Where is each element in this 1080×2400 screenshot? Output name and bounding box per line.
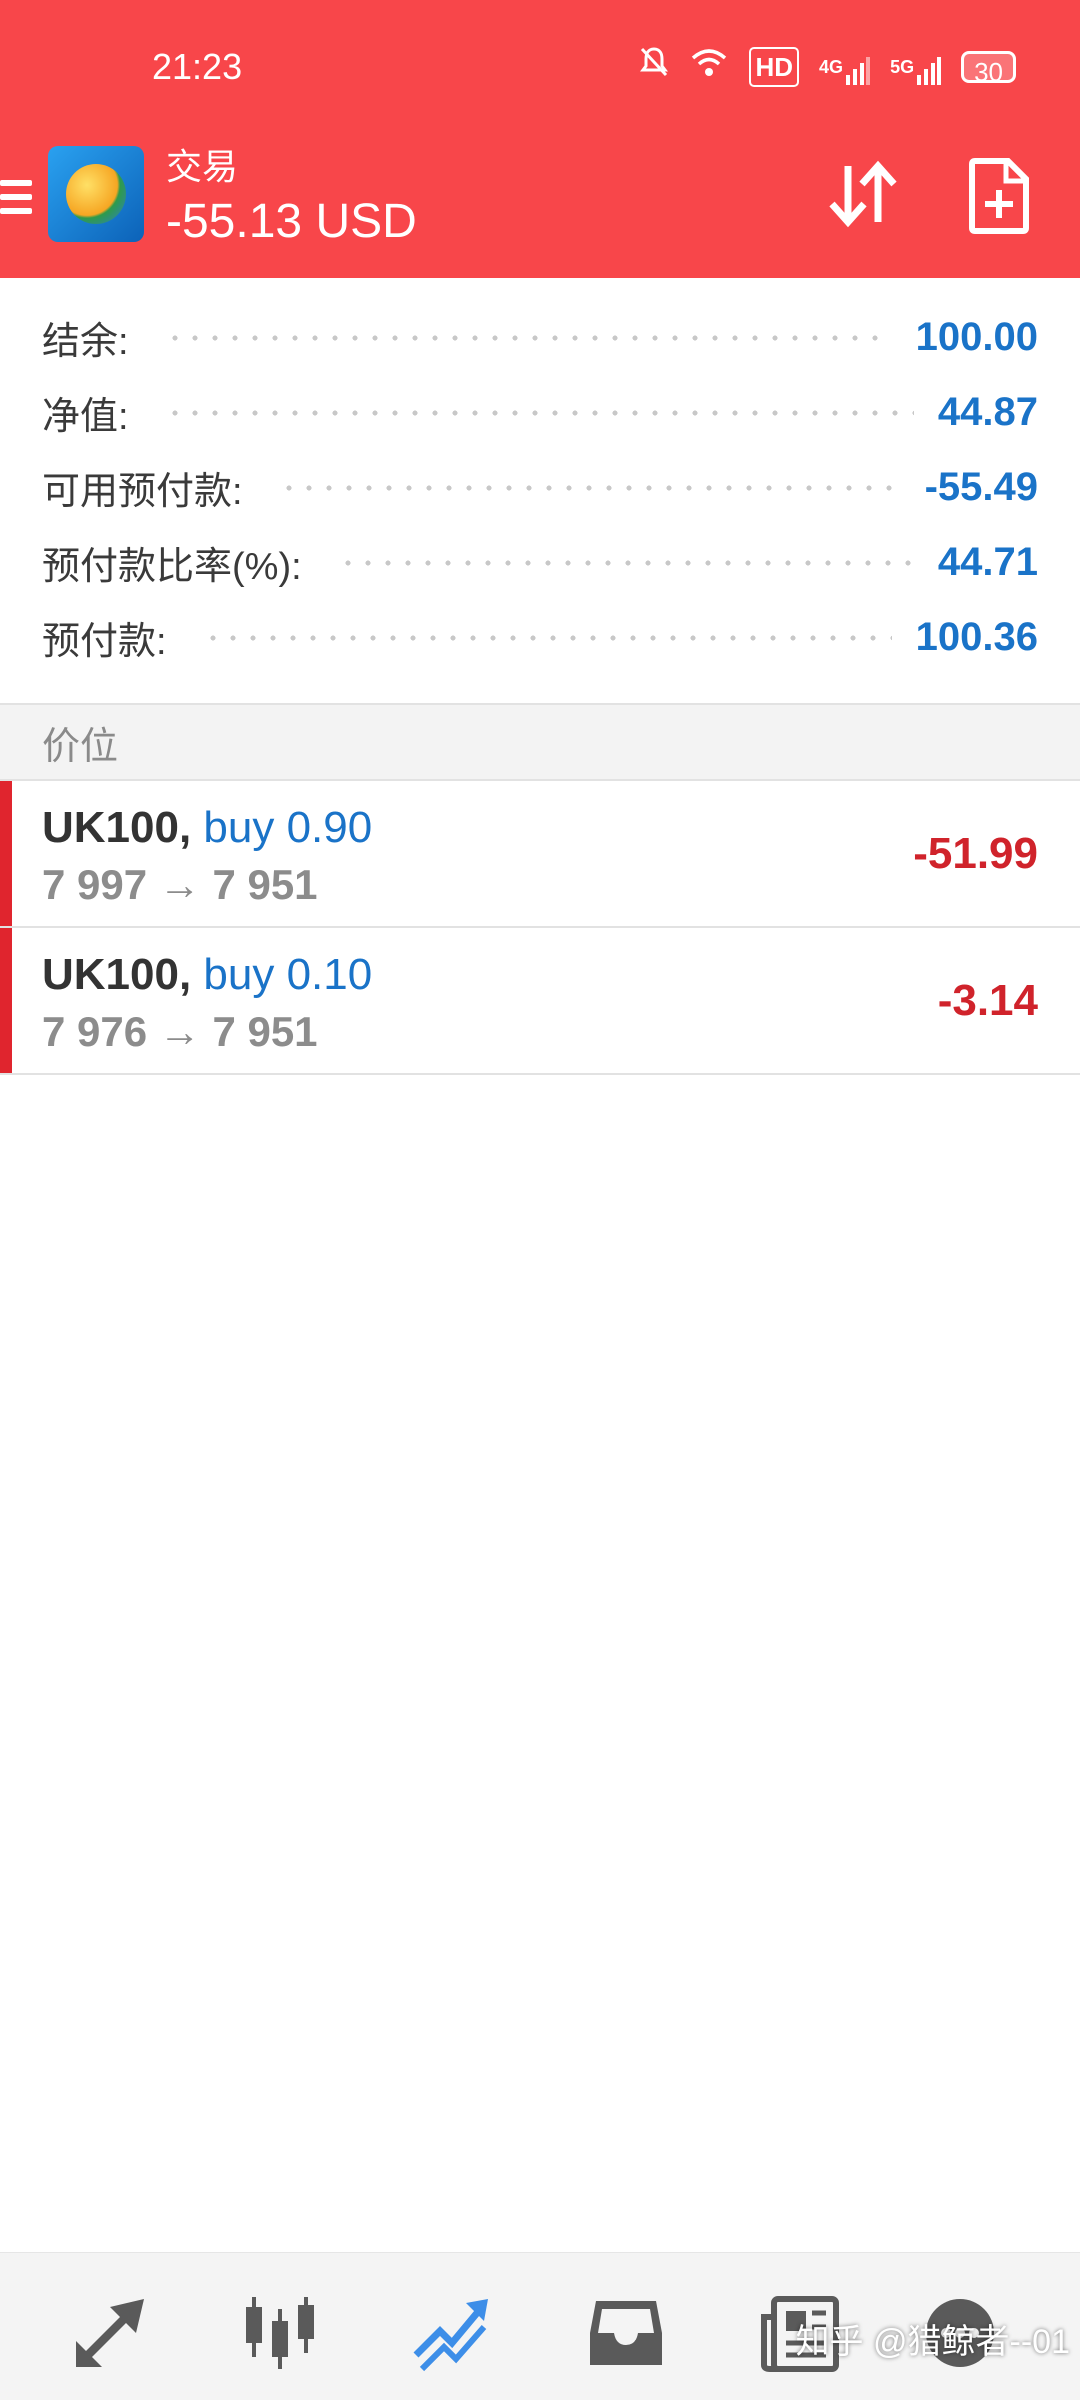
dot-leader [202, 632, 892, 643]
dot-leader [164, 332, 892, 343]
position-profit: -51.99 [913, 829, 1038, 878]
section-header: 价位 [0, 703, 1080, 781]
summary-row-balance: 结余: 100.00 [0, 300, 1080, 375]
new-document-icon [969, 158, 1029, 234]
position-row[interactable]: UK100, buy 0.90 7 997 → 7 951 -51.99 [0, 781, 1080, 928]
summary-row-margin: 预付款: 100.36 [0, 600, 1080, 675]
metatrader-logo [48, 146, 144, 242]
status-time: 21:23 [152, 46, 243, 87]
summary-row-equity: 净值: 44.87 [0, 375, 1080, 450]
position-prices: 7 997 → 7 951 [42, 861, 318, 908]
nav-quotes[interactable] [70, 2293, 150, 2373]
nav-history[interactable] [586, 2293, 666, 2373]
position-indicator [0, 928, 12, 1073]
nav-trade[interactable] [412, 2293, 492, 2373]
position-prices: 7 976 → 7 951 [42, 1008, 318, 1055]
position-title: UK100, buy 0.90 [42, 803, 372, 853]
dot-leader [164, 407, 914, 418]
summary-label: 结余: [42, 321, 129, 363]
summary-label: 可用预付款: [42, 471, 243, 513]
page-title: 交易 [166, 146, 239, 187]
section-title: 价位 [42, 725, 119, 768]
summary-value: 100.36 [915, 615, 1038, 659]
sort-arrows-icon [829, 160, 897, 228]
summary-value: -55.49 [924, 465, 1038, 509]
summary-label: 净值: [42, 396, 129, 438]
summary-value: 44.71 [937, 540, 1038, 584]
dot-leader [278, 482, 901, 493]
history-icon [590, 2301, 662, 2365]
new-order-button[interactable] [968, 158, 1030, 234]
summary-value: 44.87 [937, 390, 1038, 434]
summary-row-margin-level: 预付款比率(%): 44.71 [0, 525, 1080, 600]
summary-value: 100.00 [915, 315, 1038, 359]
menu-icon[interactable] [0, 172, 32, 222]
hd-badge: HD [749, 46, 800, 87]
header-balance: -55.13 USD [166, 195, 417, 248]
position-direction: buy 0.10 [203, 950, 373, 999]
position-indicator [0, 781, 12, 926]
nav-chart[interactable] [240, 2293, 320, 2373]
summary-label: 预付款比率(%): [42, 546, 302, 588]
signal-5g-icon: 5G [890, 49, 942, 85]
mute-icon [639, 46, 669, 87]
watermark: 知乎 @猎鲸者--01 [795, 2323, 1070, 2361]
position-direction: buy 0.90 [203, 803, 373, 852]
trade-icon [413, 2299, 488, 2372]
chart-icon [246, 2297, 314, 2369]
summary-label: 预付款: [42, 621, 167, 663]
position-symbol: UK100, [42, 950, 192, 999]
summary-row-free-margin: 可用预付款: -55.49 [0, 450, 1080, 525]
position-row[interactable]: UK100, buy 0.10 7 976 → 7 951 -3.14 [0, 928, 1080, 1075]
wifi-icon [689, 46, 729, 87]
sort-button[interactable] [826, 158, 898, 230]
quotes-icon [76, 2299, 144, 2367]
battery-indicator: 30 [961, 50, 1016, 87]
position-title: UK100, buy 0.10 [42, 950, 372, 1000]
app-bar: 21:23 HD 4G 5G 30 交易 -55.13 USD [0, 0, 1080, 278]
account-summary: 结余: 100.00 净值: 44.87 可用预付款: -55.49 预付款比率… [0, 300, 1080, 675]
signal-4g-icon: 4G [819, 49, 871, 85]
position-symbol: UK100, [42, 803, 192, 852]
dot-leader [337, 557, 914, 568]
status-icons: HD 4G 5G 30 [639, 46, 1016, 87]
position-profit: -3.14 [937, 976, 1038, 1025]
